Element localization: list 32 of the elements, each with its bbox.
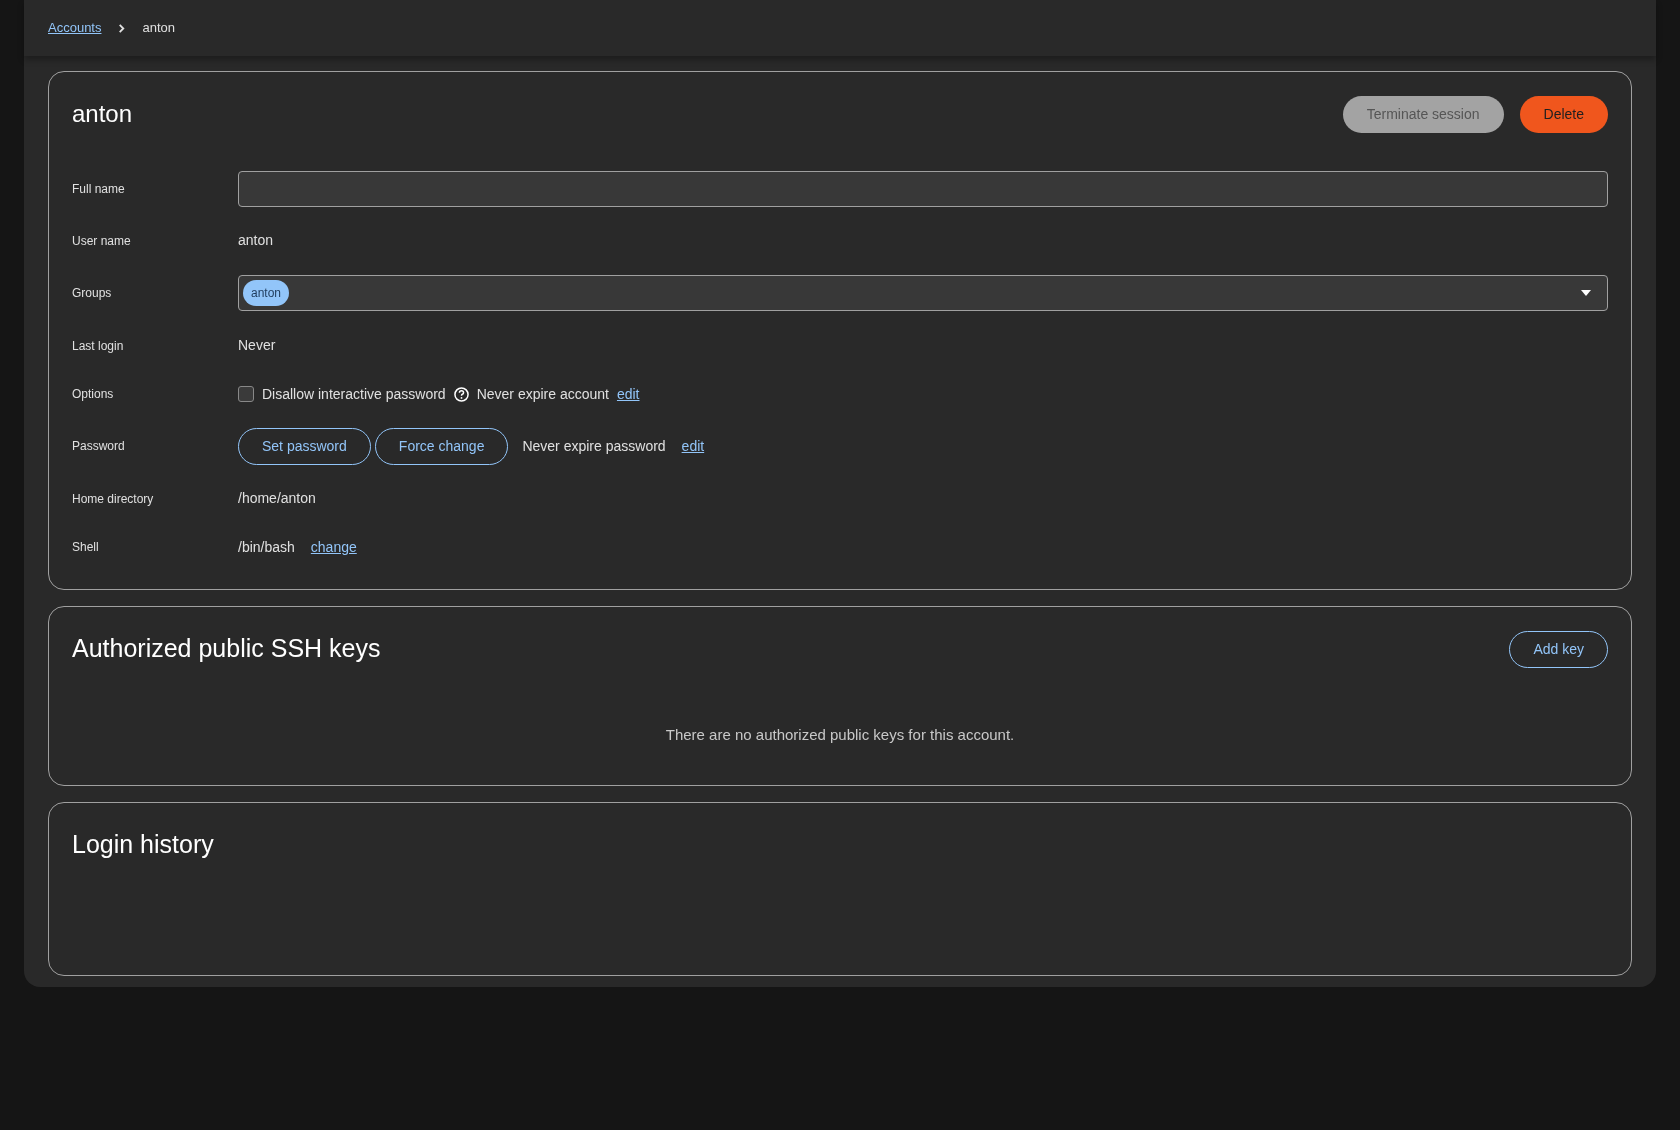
delete-button[interactable]: Delete xyxy=(1519,95,1608,133)
caret-icon xyxy=(1581,290,1591,296)
field-value: anton xyxy=(238,231,274,250)
field-label: Shell xyxy=(72,539,100,556)
section-title: Login history xyxy=(72,829,214,861)
groups-select[interactable]: anton xyxy=(238,275,1608,311)
breadcrumb-current: anton xyxy=(142,19,176,38)
section-title: Authorized public SSH keys xyxy=(72,633,381,665)
empty-state-text: There are no authorized public keys for this account. xyxy=(664,725,1016,745)
field-label: Home directory xyxy=(72,490,155,508)
edit-link[interactable]: edit xyxy=(681,435,705,457)
field-value: /home/anton xyxy=(238,489,316,508)
field-value: Never xyxy=(238,336,276,355)
field-label: Full name xyxy=(72,180,126,198)
help-icon[interactable] xyxy=(453,386,469,402)
breadcrumb-link[interactable]: Accounts xyxy=(48,18,102,38)
checkbox[interactable] xyxy=(238,386,254,402)
expiry-text: Never expire account xyxy=(476,384,609,404)
field-label: Password xyxy=(72,438,126,455)
field-label: User name xyxy=(72,232,132,250)
field-label: Last login xyxy=(72,337,125,355)
account-title: anton xyxy=(72,99,133,129)
edit-link[interactable]: edit xyxy=(616,383,640,405)
change-link[interactable]: change xyxy=(310,536,357,558)
field-label: Options xyxy=(72,386,115,403)
expiry-text: Never expire password xyxy=(522,436,666,456)
chevron-right-icon xyxy=(117,23,127,33)
full-name-field[interactable] xyxy=(238,170,1608,207)
group-chip[interactable]: anton xyxy=(243,280,290,306)
checkbox-label: Disallow interactive password xyxy=(262,384,446,404)
field-label: Groups xyxy=(72,285,113,302)
field-value: /bin/bash xyxy=(238,537,295,557)
